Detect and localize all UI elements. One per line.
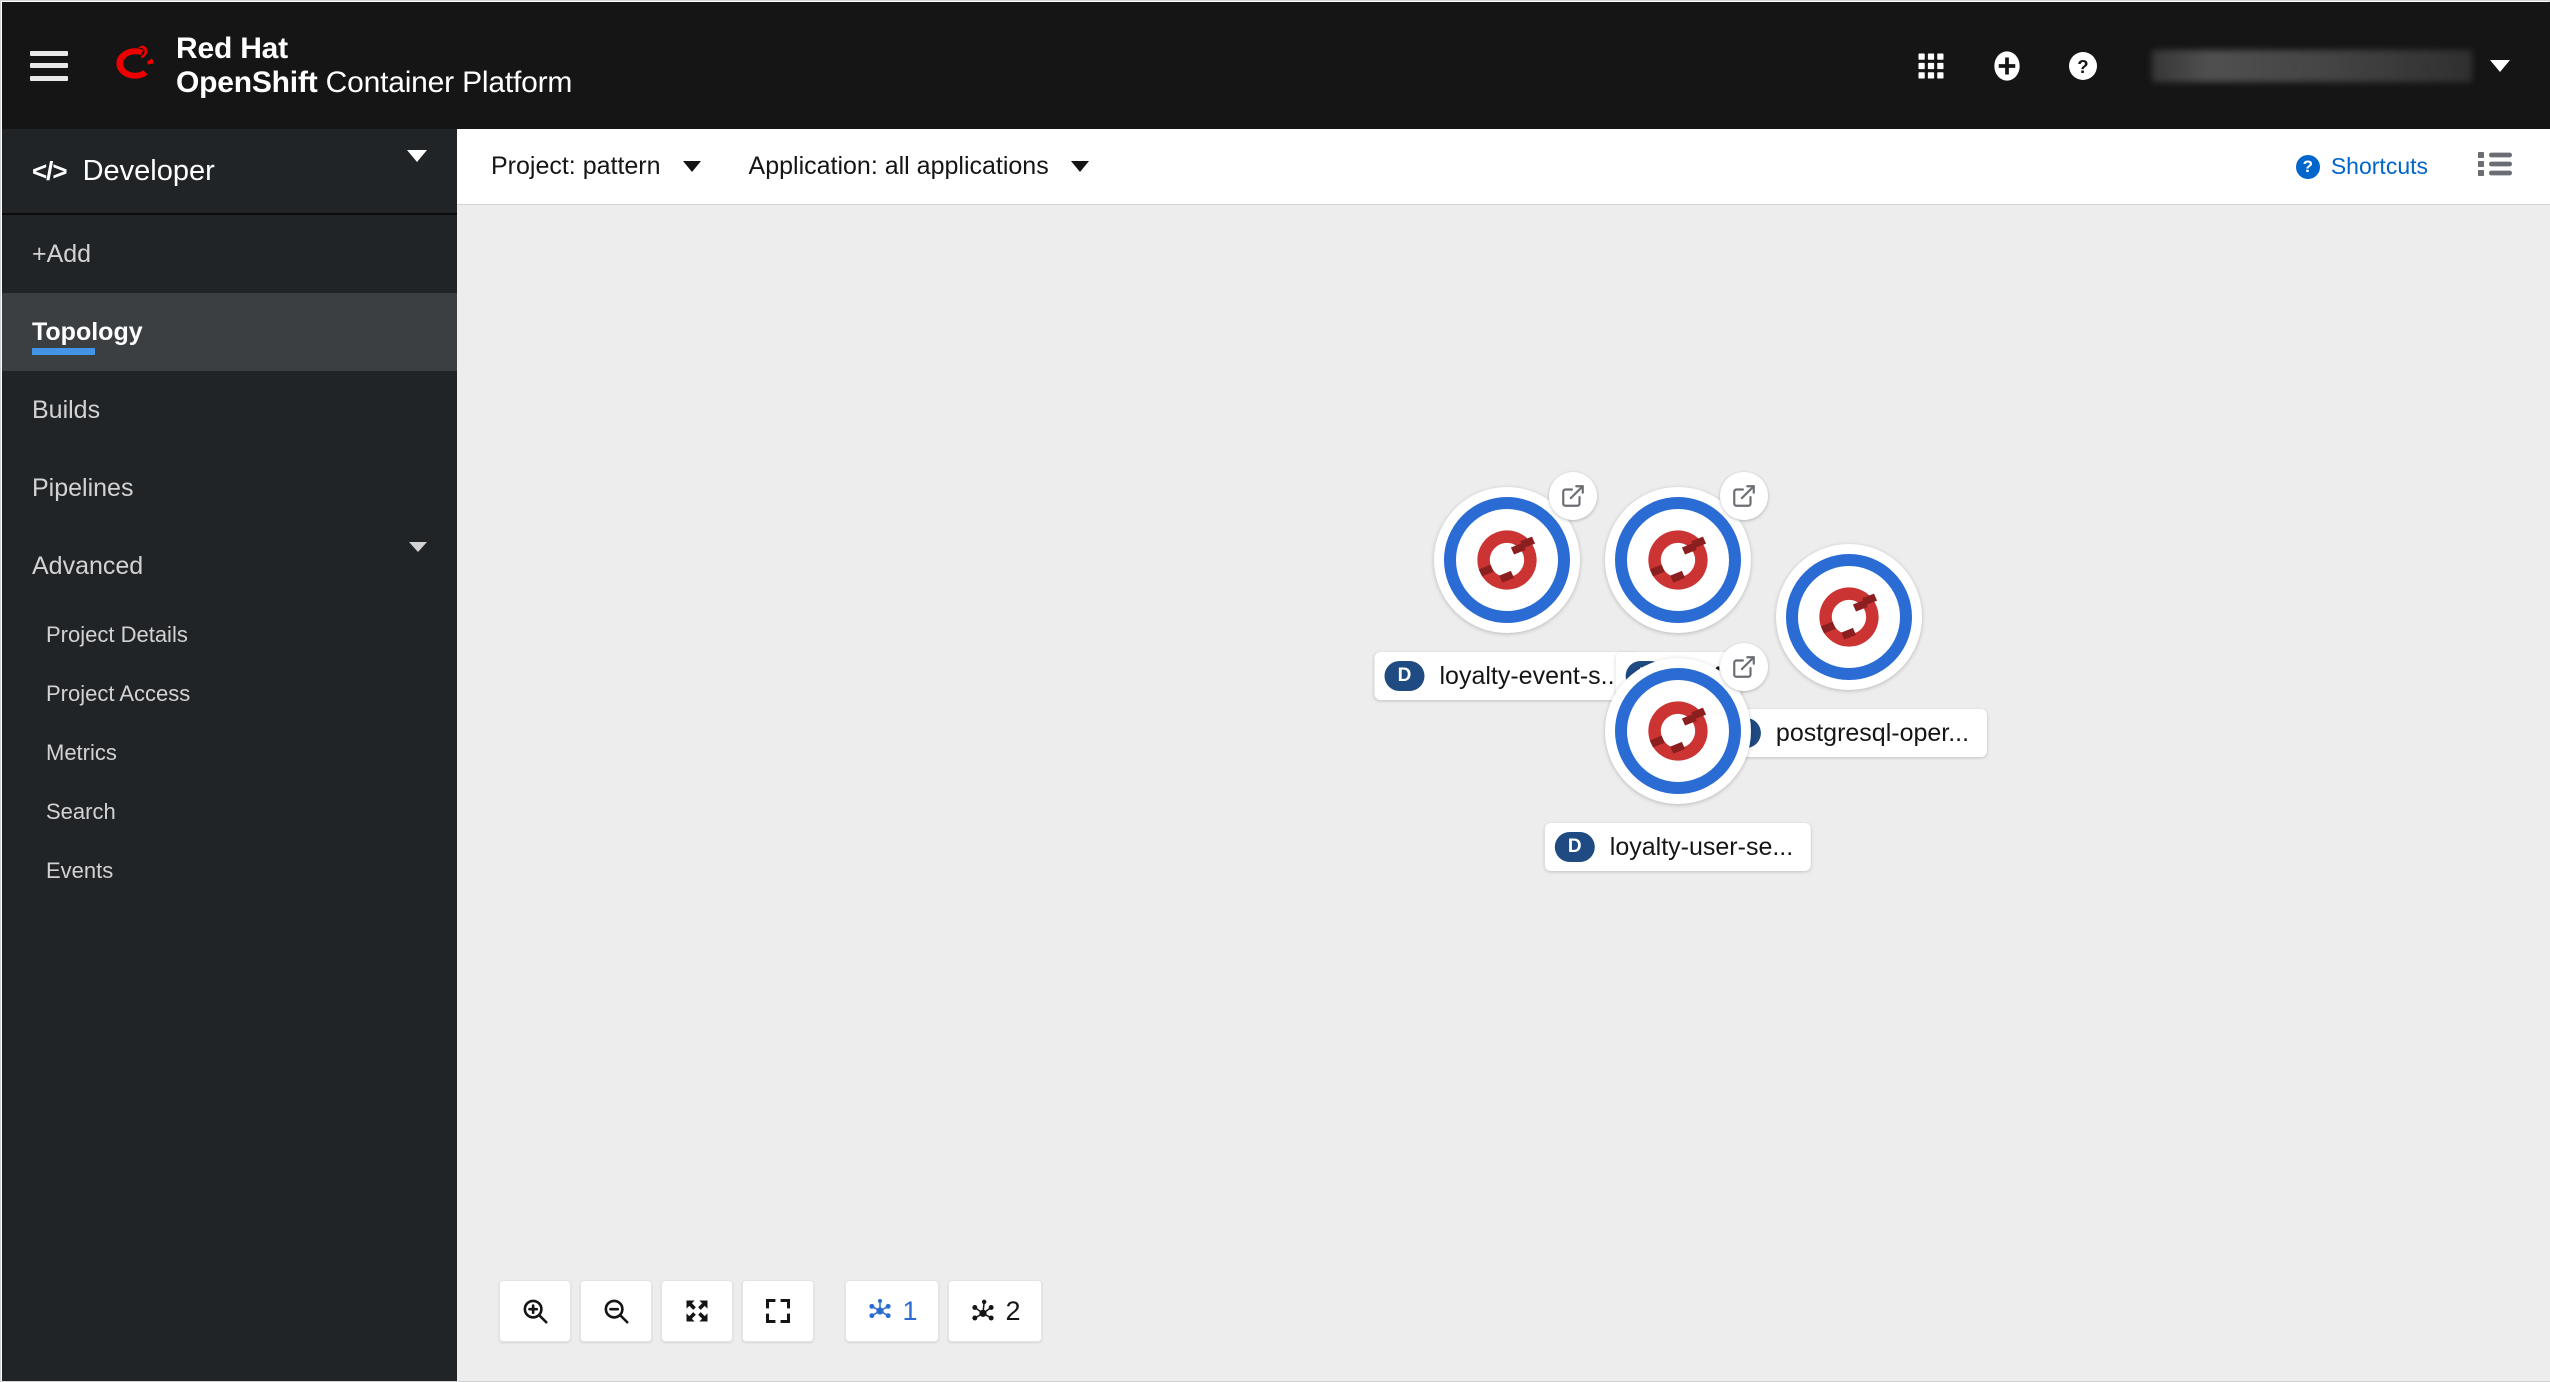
active-indicator xyxy=(32,348,95,355)
fit-to-screen-button[interactable] xyxy=(661,1280,733,1342)
layout-2-label: 2 xyxy=(1005,1295,1021,1326)
sidebar-item-builds[interactable]: Builds xyxy=(2,371,457,449)
zoom-out-button[interactable] xyxy=(580,1280,652,1342)
openshift-logo-icon xyxy=(1819,587,1879,647)
topology-controls-toolbar: 1 2 xyxy=(499,1280,1042,1342)
help-icon[interactable]: ? xyxy=(2062,45,2104,87)
code-icon: </> xyxy=(32,155,68,186)
sidebar-subitem-label: Events xyxy=(46,857,114,883)
hamburger-bar xyxy=(30,63,68,68)
sidebar: </> Developer +Add Topology Builds Pipel… xyxy=(2,129,457,1381)
filter-bar-actions: ? Shortcuts xyxy=(2295,151,2512,182)
node-ring xyxy=(1615,668,1741,794)
sidebar-group-label: Advanced xyxy=(32,551,144,580)
shortcuts-button[interactable]: ? Shortcuts xyxy=(2295,153,2428,180)
plus-circle-icon[interactable] xyxy=(1986,45,2028,87)
openshift-console: Red Hat OpenShift Container Platform ? <… xyxy=(0,0,2550,1382)
main-content: Project: pattern Application: all applic… xyxy=(457,129,2550,1381)
zoom-in-button[interactable] xyxy=(499,1280,571,1342)
sidebar-item-project-details[interactable]: Project Details xyxy=(2,605,457,664)
sidebar-item-label: Topology xyxy=(32,317,143,346)
openshift-logo-icon xyxy=(1477,530,1537,590)
sidebar-item-add[interactable]: +Add xyxy=(2,215,457,293)
external-link-badge[interactable] xyxy=(1720,643,1768,691)
sidebar-item-search[interactable]: Search xyxy=(2,782,457,841)
masthead: Red Hat OpenShift Container Platform ? xyxy=(2,2,2550,129)
brand-line-1: Red Hat xyxy=(176,31,288,65)
sidebar-item-pipelines[interactable]: Pipelines xyxy=(2,449,457,527)
sidebar-item-project-access[interactable]: Project Access xyxy=(2,664,457,723)
external-link-badge[interactable] xyxy=(1549,472,1597,520)
sidebar-item-label: Pipelines xyxy=(32,473,134,502)
node-ring xyxy=(1444,497,1570,623)
list-view-toggle-button[interactable] xyxy=(2478,151,2512,182)
hamburger-bar xyxy=(30,50,68,56)
red-hat-logo-icon xyxy=(116,45,154,79)
reset-view-button[interactable] xyxy=(742,1280,814,1342)
shortcuts-label: Shortcuts xyxy=(2330,153,2428,179)
node-graphic[interactable] xyxy=(1776,544,1922,690)
username-redacted: IAM#key.fman@us.ibm.com xyxy=(2152,49,2472,82)
resource-kind-badge: D xyxy=(1384,661,1425,691)
sidebar-subitem-label: Metrics xyxy=(46,739,117,765)
perspective-switcher[interactable]: </> Developer xyxy=(2,129,457,215)
nav-toggle-button[interactable] xyxy=(30,50,68,81)
sidebar-item-label: Builds xyxy=(32,395,101,424)
sidebar-item-topology[interactable]: Topology xyxy=(2,293,457,371)
node-ring xyxy=(1615,497,1741,623)
resource-kind-badge: D xyxy=(1554,832,1595,862)
chevron-down-icon xyxy=(407,150,427,180)
node-name: loyalty-event-s... xyxy=(1439,661,1622,690)
brand-openshift: OpenShift xyxy=(176,65,318,99)
help-circle-icon: ? xyxy=(2295,154,2320,179)
chevron-down-icon xyxy=(682,161,701,172)
sidebar-subitem-label: Project Details xyxy=(46,621,188,647)
chevron-down-icon xyxy=(409,541,427,581)
node-label[interactable]: D loyalty-event-s... xyxy=(1374,652,1640,700)
brand-logo-link[interactable]: Red Hat OpenShift Container Platform xyxy=(108,32,572,99)
application-filter-dropdown[interactable]: Application: all applications xyxy=(745,144,1093,189)
masthead-actions: ? IAM#key.fman@us.ibm.com xyxy=(1910,45,2510,87)
layout-2-button[interactable]: 2 xyxy=(948,1280,1042,1342)
openshift-logo-icon xyxy=(1648,701,1708,761)
layout-1-label: 1 xyxy=(902,1295,918,1326)
chevron-down-icon xyxy=(2490,59,2510,72)
sidebar-subitem-label: Search xyxy=(46,798,116,824)
layout-1-button[interactable]: 1 xyxy=(845,1280,939,1342)
node-ring xyxy=(1786,554,1912,680)
application-launcher-icon[interactable] xyxy=(1910,45,1952,87)
openshift-logo-icon xyxy=(1648,530,1708,590)
sidebar-item-events[interactable]: Events xyxy=(2,841,457,900)
external-link-badge[interactable] xyxy=(1720,472,1768,520)
brand-suffix: Container Platform xyxy=(317,65,573,99)
node-name: loyalty-user-se... xyxy=(1609,832,1794,861)
perspective-label: Developer xyxy=(82,154,215,187)
project-filter-dropdown[interactable]: Project: pattern xyxy=(487,144,705,189)
hamburger-bar xyxy=(30,75,68,81)
application-filter-label: Application: all applications xyxy=(748,152,1049,180)
topology-canvas[interactable]: D loyalty-event-s... postgresql-oper... … xyxy=(457,205,2550,1380)
sidebar-subitem-label: Project Access xyxy=(46,680,191,706)
brand-text: Red Hat OpenShift Container Platform xyxy=(176,32,572,99)
topology-filter-bar: Project: pattern Application: all applic… xyxy=(457,129,2550,205)
node-label[interactable]: D postgresql-oper... xyxy=(1710,709,1988,757)
chevron-down-icon xyxy=(1070,161,1089,172)
sidebar-item-label: +Add xyxy=(32,239,92,268)
node-label[interactable]: D loyalty-user-se... xyxy=(1544,823,1812,871)
sidebar-item-metrics[interactable]: Metrics xyxy=(2,723,457,782)
node-name: postgresql-oper... xyxy=(1775,718,1970,747)
user-menu[interactable]: IAM#key.fman@us.ibm.com xyxy=(2152,49,2510,82)
svg-text:?: ? xyxy=(2077,56,2088,77)
sidebar-group-advanced[interactable]: Advanced xyxy=(2,527,457,605)
brand-line-2: OpenShift Container Platform xyxy=(176,66,572,100)
project-filter-label: Project: pattern xyxy=(491,152,661,180)
